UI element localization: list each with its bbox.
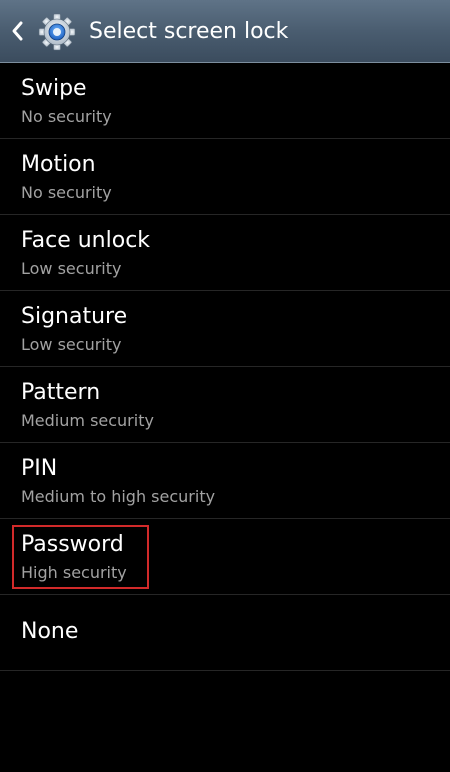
back-button[interactable] [6,16,28,46]
option-label: Motion [21,152,96,177]
lock-option-pattern[interactable]: Pattern Medium security [0,367,450,443]
option-summary: Medium to high security [21,487,216,506]
option-label: Swipe [21,76,87,101]
gear-icon [38,13,76,51]
option-label: PIN [21,456,58,481]
option-summary: Low security [21,335,122,354]
option-label: Password [21,532,124,557]
lock-option-none[interactable]: None [0,595,450,671]
lock-option-signature[interactable]: Signature Low security [0,291,450,367]
option-summary: Medium security [21,411,154,430]
option-summary: No security [21,183,112,202]
lock-option-pin[interactable]: PIN Medium to high security [0,443,450,519]
option-label: None [21,619,79,644]
screen-lock-list: Swipe No security Motion No security Fac… [0,63,450,671]
lock-option-motion[interactable]: Motion No security [0,139,450,215]
page-title: Select screen lock [89,19,289,44]
option-summary: Low security [21,259,122,278]
option-label: Signature [21,304,128,329]
option-summary: No security [21,107,112,126]
lock-option-face-unlock[interactable]: Face unlock Low security [0,215,450,291]
option-label: Pattern [21,380,101,405]
option-label: Face unlock [21,228,151,253]
action-bar: Select screen lock [0,0,450,63]
chevron-left-icon [12,21,23,41]
lock-option-password[interactable]: Password High security [0,519,450,595]
option-summary: High security [21,563,127,582]
lock-option-swipe[interactable]: Swipe No security [0,63,450,139]
